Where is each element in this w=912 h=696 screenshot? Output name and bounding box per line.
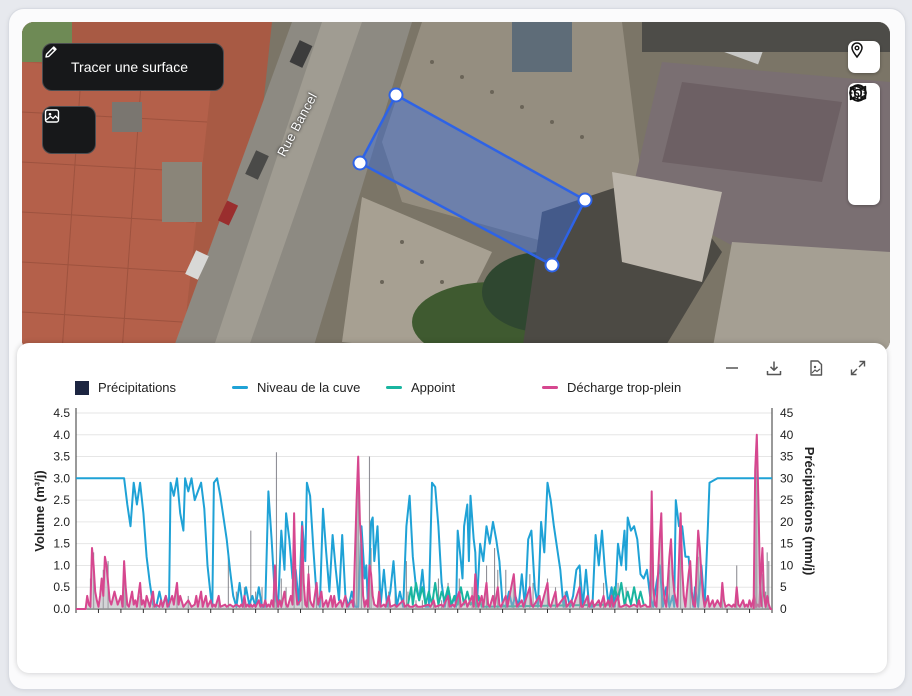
y-tick-label: 0.0 [53,602,70,616]
y-tick-label: 1.5 [53,537,70,551]
y2-axis-label: Précipitations (mm/j) [802,447,817,576]
y-tick-label: 1.0 [53,558,70,572]
map-view[interactable]: Rue Bancel Tracer une surface [22,22,890,352]
polygon-vertex-handle[interactable] [544,257,560,273]
y2-tick-label: 25 [780,493,794,507]
polygon-vertex-handle[interactable] [352,155,368,171]
y-tick-label: 3.5 [53,450,70,464]
polygon-vertex-handle[interactable] [577,192,593,208]
y2-tick-label: 5 [780,580,787,594]
y2-tick-label: 0 [780,602,787,616]
y-tick-label: 4.5 [53,406,70,420]
y2-tick-label: 35 [780,450,794,464]
image-upload-button[interactable] [42,106,96,154]
y-tick-label: 0.5 [53,580,70,594]
y2-tick-label: 40 [780,428,794,442]
draw-surface-label: Tracer une surface [71,59,188,75]
y-tick-label: 3.0 [53,471,70,485]
circle-tool-button[interactable] [849,84,878,202]
y2-tick-label: 45 [780,406,794,420]
y-tick-label: 2.0 [53,515,70,529]
y2-tick-label: 10 [780,558,794,572]
map-style-toolbar [848,83,880,205]
y2-tick-label: 30 [780,471,794,485]
map-view-button[interactable] [849,85,878,143]
chart-panel: Précipitations Niveau de la cuve Appoint… [17,343,887,673]
satellite-view-button[interactable] [849,84,878,173]
y-tick-label: 4.0 [53,428,70,442]
draw-surface-button[interactable]: Tracer une surface [42,43,224,91]
volume-chart[interactable]: 0.0 0.5 1.0 1.5 2.0 2.5 3.0 3.5 4.0 4.5 0 5 10 15 20 25… [17,343,887,673]
location-button[interactable] [848,41,880,73]
polygon-vertex-handle[interactable] [388,87,404,103]
y-axis-label: Volume (m³/j) [32,470,47,551]
y-tick-label: 2.5 [53,493,70,507]
y2-tick-label: 20 [780,515,794,529]
y2-tick-label: 15 [780,537,794,551]
